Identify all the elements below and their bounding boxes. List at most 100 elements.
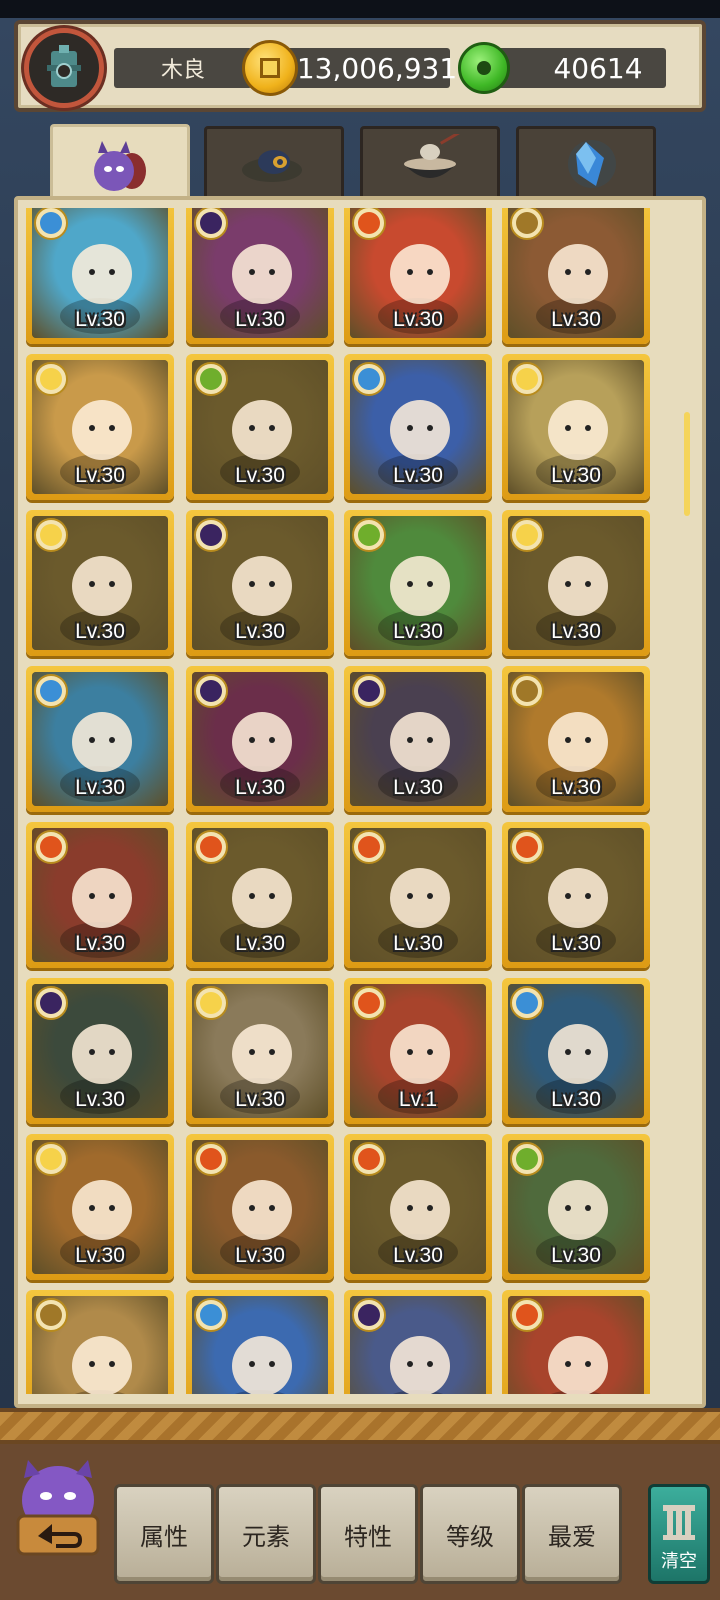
character-card[interactable]: Lv.30 xyxy=(344,510,492,656)
character-card[interactable]: Lv.30 xyxy=(186,1290,334,1394)
fire-element-icon xyxy=(352,1142,386,1176)
scrollbar-thumb[interactable] xyxy=(684,412,690,516)
card-frame: Lv.30 xyxy=(350,672,486,806)
element-dot xyxy=(40,992,62,1014)
coin-amount: 13,006,931 xyxy=(278,48,457,88)
level-label: Lv.30 xyxy=(393,932,443,955)
element-dot xyxy=(516,1304,538,1326)
filter-element-button[interactable]: 元素 xyxy=(216,1484,316,1584)
character-card[interactable]: Lv.30 xyxy=(502,1290,650,1394)
back-button[interactable] xyxy=(8,1456,108,1560)
character-card[interactable]: Lv.30 xyxy=(26,354,174,500)
dark-element-icon xyxy=(194,518,228,552)
character-card[interactable]: Lv.30 xyxy=(344,1290,492,1394)
character-card[interactable]: Lv.30 xyxy=(502,822,650,968)
player-info-bar: 木良 13,006,931 40614 xyxy=(14,20,706,112)
player-avatar[interactable] xyxy=(24,28,104,108)
character-card[interactable]: Lv.30 xyxy=(186,510,334,656)
element-dot xyxy=(40,836,62,858)
character-card[interactable]: Lv.30 xyxy=(344,208,492,344)
card-frame: Lv.30 xyxy=(32,828,168,962)
character-card[interactable]: Lv.30 xyxy=(344,1134,492,1280)
card-frame: Lv.30 xyxy=(508,1296,644,1394)
water-element-icon xyxy=(194,1298,228,1332)
character-card[interactable]: Lv.30 xyxy=(502,208,650,344)
system-status-bar xyxy=(0,0,720,18)
fire-element-icon xyxy=(194,1142,228,1176)
filter-level-button[interactable]: 等级 xyxy=(420,1484,520,1584)
card-frame: Lv.30 xyxy=(508,360,644,494)
fire-element-icon xyxy=(510,830,544,864)
element-dot xyxy=(200,1304,222,1326)
element-dot xyxy=(200,992,222,1014)
element-dot xyxy=(358,836,380,858)
character-card[interactable]: Lv.30 xyxy=(186,354,334,500)
element-dot xyxy=(200,680,222,702)
character-card[interactable]: Lv.30 xyxy=(26,208,174,344)
filter-attribute-button[interactable]: 属性 xyxy=(114,1484,214,1584)
element-dot xyxy=(358,212,380,234)
filter-favorite-button[interactable]: 最爱 xyxy=(522,1484,622,1584)
clear-pillar-icon xyxy=(663,1505,695,1540)
element-dot xyxy=(358,680,380,702)
character-card[interactable]: Lv.30 xyxy=(26,666,174,812)
card-frame: Lv.30 xyxy=(350,828,486,962)
element-dot xyxy=(516,836,538,858)
element-dot xyxy=(516,524,538,546)
level-label: Lv.30 xyxy=(75,932,125,955)
element-dot xyxy=(200,1148,222,1170)
level-label: Lv.30 xyxy=(75,776,125,799)
character-card[interactable]: Lv.30 xyxy=(26,822,174,968)
purple-demon-icon xyxy=(94,140,146,191)
level-label: Lv.30 xyxy=(235,1088,285,1111)
character-card[interactable]: Lv.30 xyxy=(186,666,334,812)
decorative-floor xyxy=(0,1408,720,1444)
wood-element-icon xyxy=(510,1142,544,1176)
gem-amount: 40614 xyxy=(496,48,666,88)
light-element-icon xyxy=(34,518,68,552)
character-card[interactable]: Lv.30 xyxy=(344,354,492,500)
character-card[interactable]: Lv.30 xyxy=(186,822,334,968)
element-dot xyxy=(40,680,62,702)
level-label: Lv.30 xyxy=(235,620,285,643)
level-label: Lv.30 xyxy=(235,932,285,955)
element-dot xyxy=(40,524,62,546)
light-element-icon xyxy=(510,362,544,396)
level-label: Lv.30 xyxy=(75,1244,125,1267)
tab-items[interactable] xyxy=(516,126,656,198)
character-card[interactable]: Lv.30 xyxy=(502,354,650,500)
character-card[interactable]: Lv.30 xyxy=(26,510,174,656)
tab-food[interactable] xyxy=(360,126,500,198)
card-frame: Lv.30 xyxy=(32,516,168,650)
character-card[interactable]: Lv.30 xyxy=(344,822,492,968)
element-dot xyxy=(358,1304,380,1326)
clear-button[interactable]: 清空 xyxy=(648,1484,710,1584)
card-frame: Lv.30 xyxy=(350,516,486,650)
character-card[interactable]: Lv.30 xyxy=(186,978,334,1124)
level-label: Lv.30 xyxy=(235,1244,285,1267)
element-dot xyxy=(200,212,222,234)
character-card[interactable]: Lv.30 xyxy=(26,978,174,1124)
jade-gem-icon xyxy=(458,42,510,94)
card-frame: Lv.30 xyxy=(350,360,486,494)
character-grid[interactable]: Lv.30 Lv.30 Lv.30 Lv.30 Lv.30 Lv.30 Lv.30 Lv.30… xyxy=(26,208,682,1394)
tab-equipment[interactable] xyxy=(204,126,344,198)
element-dot xyxy=(358,524,380,546)
element-dot xyxy=(358,1148,380,1170)
character-card[interactable]: Lv.30 xyxy=(502,1134,650,1280)
tab-characters[interactable] xyxy=(50,124,190,202)
character-card[interactable]: Lv.30 xyxy=(502,666,650,812)
character-card[interactable]: Lv.30 xyxy=(26,1290,174,1394)
filter-trait-button[interactable]: 特性 xyxy=(318,1484,418,1584)
element-dot xyxy=(516,212,538,234)
character-card[interactable]: Lv.30 xyxy=(344,666,492,812)
character-card[interactable]: Lv.1 xyxy=(344,978,492,1124)
character-card[interactable]: Lv.30 xyxy=(502,978,650,1124)
fire-element-icon xyxy=(510,1298,544,1332)
character-card[interactable]: Lv.30 xyxy=(502,510,650,656)
character-card[interactable]: Lv.30 xyxy=(186,1134,334,1280)
character-card[interactable]: Lv.30 xyxy=(186,208,334,344)
character-card[interactable]: Lv.30 xyxy=(26,1134,174,1280)
player-name: 木良 xyxy=(114,48,252,88)
element-dot xyxy=(200,368,222,390)
